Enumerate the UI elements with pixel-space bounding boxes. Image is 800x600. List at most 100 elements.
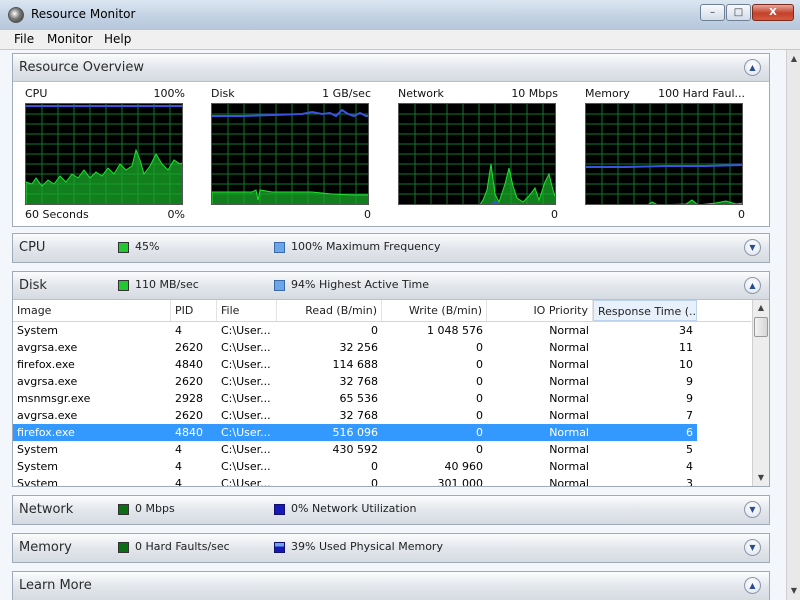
table-row-selected[interactable]: firefox.exe 4840 C:\User... 516 096 0 No…: [13, 424, 697, 441]
graph-scale: 1 GB/sec: [322, 87, 371, 100]
cell-io-priority: Normal: [549, 324, 589, 337]
memory-header[interactable]: Memory 0 Hard Faults/sec 39% Used Physic…: [13, 534, 769, 562]
cell-read: 114 688: [332, 358, 379, 371]
resource-overview-section: Resource Overview ▲ CPU 100% 60 Seconds …: [12, 53, 770, 227]
cpu-usage: 45%: [135, 240, 160, 253]
chevron-down-icon[interactable]: ▼: [744, 539, 761, 556]
title-bar[interactable]: Resource Monitor – □ X: [0, 0, 800, 31]
memory-graph-canvas: [585, 103, 743, 205]
cpu-frequency: 100% Maximum Frequency: [291, 240, 441, 253]
cell-pid: 4: [175, 443, 182, 456]
scroll-down-arrow-icon[interactable]: ▼: [754, 471, 768, 485]
learn-more-header[interactable]: Learn More ▲: [13, 572, 769, 600]
scrollbar-thumb[interactable]: [754, 317, 768, 337]
cell-io-priority: Normal: [549, 392, 589, 405]
blue-legend-icon: [274, 280, 285, 291]
cell-image: System: [17, 477, 59, 486]
cell-response-time: 11: [679, 341, 693, 354]
menu-monitor[interactable]: Monitor: [47, 32, 93, 46]
cell-write: 0: [476, 358, 483, 371]
cell-pid: 2928: [175, 392, 203, 405]
cell-read: 32 256: [339, 341, 379, 354]
cell-write: 301 000: [437, 477, 484, 486]
column-header-io-priority[interactable]: IO Priority: [487, 300, 593, 321]
scroll-up-arrow-icon[interactable]: ▲: [754, 301, 768, 315]
table-row[interactable]: System 4 C:\User... 0 1 048 576 Normal 3…: [13, 322, 751, 339]
menu-file[interactable]: File: [14, 32, 34, 46]
cell-write: 0: [476, 409, 483, 422]
network-header[interactable]: Network 0 Mbps 0% Network Utilization ▼: [13, 496, 769, 524]
close-button[interactable]: X: [752, 4, 794, 21]
disk-active-time: 94% Highest Active Time: [291, 278, 429, 291]
disk-section: Disk 110 MB/sec 94% Highest Active Time …: [12, 271, 770, 487]
chevron-down-icon[interactable]: ▼: [744, 239, 761, 256]
graph-name: Network: [398, 87, 444, 100]
memory-graph: Memory 100 Hard Faul... 0: [585, 87, 745, 223]
cell-response-time: 6: [686, 426, 693, 439]
cell-file: C:\User...: [221, 324, 271, 337]
column-header-response-time[interactable]: Response Time (...: [593, 300, 697, 321]
table-row[interactable]: msnmsgr.exe 2928 C:\User... 65 536 0 Nor…: [13, 390, 751, 407]
table-row[interactable]: avgrsa.exe 2620 C:\User... 32 768 0 Norm…: [13, 407, 751, 424]
graph-scale: 10 Mbps: [511, 87, 558, 100]
cell-pid: 4: [175, 477, 182, 486]
table-row[interactable]: System 4 C:\User... 430 592 0 Normal 5: [13, 441, 751, 458]
graph-scale: 100%: [153, 87, 185, 100]
resource-overview-header[interactable]: Resource Overview ▲: [13, 54, 769, 82]
disk-table-scrollbar[interactable]: ▲ ▼: [752, 300, 769, 486]
cell-response-time: 10: [679, 358, 693, 371]
disk-table-body: System 4 C:\User... 0 1 048 576 Normal 3…: [13, 322, 751, 486]
graph-name: CPU: [25, 87, 48, 100]
cpu-section: CPU 45% 100% Maximum Frequency ▼: [12, 233, 770, 263]
minimize-button[interactable]: –: [700, 4, 725, 21]
cell-pid: 2620: [175, 409, 203, 422]
scroll-up-arrow-icon[interactable]: ▲: [787, 52, 800, 66]
cell-image: firefox.exe: [17, 426, 75, 439]
cell-file: C:\User...: [221, 375, 271, 388]
chevron-up-icon[interactable]: ▲: [744, 577, 761, 594]
main-scrollbar[interactable]: ▲ ▼: [786, 50, 800, 600]
column-header-pid[interactable]: PID: [171, 300, 217, 321]
disk-header[interactable]: Disk 110 MB/sec 94% Highest Active Time …: [13, 272, 769, 300]
column-header-file[interactable]: File: [217, 300, 277, 321]
green-legend-icon: [118, 542, 129, 553]
cell-pid: 4: [175, 460, 182, 473]
column-header-read[interactable]: Read (B/min): [277, 300, 382, 321]
column-header-write[interactable]: Write (B/min): [382, 300, 487, 321]
graph-min-label: 0: [551, 208, 558, 221]
cell-write: 0: [476, 341, 483, 354]
chevron-up-icon[interactable]: ▲: [744, 277, 761, 294]
cpu-header[interactable]: CPU 45% 100% Maximum Frequency ▼: [13, 234, 769, 262]
network-graph-canvas: [398, 103, 556, 205]
cell-write: 0: [476, 443, 483, 456]
graph-min-label: 0: [364, 208, 371, 221]
cell-io-priority: Normal: [549, 358, 589, 371]
section-title: Memory: [19, 540, 72, 555]
table-row[interactable]: firefox.exe 4840 C:\User... 114 688 0 No…: [13, 356, 751, 373]
graph-min-label: 0: [738, 208, 745, 221]
green-legend-icon: [118, 504, 129, 515]
column-header-image[interactable]: Image: [13, 300, 171, 321]
chevron-down-icon[interactable]: ▼: [744, 501, 761, 518]
table-row[interactable]: System 4 C:\User... 0 301 000 Normal 3: [13, 475, 751, 486]
cell-image: avgrsa.exe: [17, 375, 78, 388]
green-legend-icon: [118, 280, 129, 291]
cell-write: 0: [476, 392, 483, 405]
memory-used: 39% Used Physical Memory: [291, 540, 443, 553]
table-row[interactable]: avgrsa.exe 2620 C:\User... 32 768 0 Norm…: [13, 373, 751, 390]
cell-io-priority: Normal: [549, 460, 589, 473]
cell-io-priority: Normal: [549, 341, 589, 354]
cell-write: 40 960: [444, 460, 484, 473]
cell-read: 0: [371, 324, 378, 337]
cell-response-time: 9: [686, 392, 693, 405]
cell-write: 0: [476, 375, 483, 388]
menu-help[interactable]: Help: [104, 32, 131, 46]
window-title: Resource Monitor: [31, 7, 136, 21]
table-row[interactable]: System 4 C:\User... 0 40 960 Normal 4: [13, 458, 751, 475]
cell-io-priority: Normal: [549, 426, 589, 439]
table-row[interactable]: avgrsa.exe 2620 C:\User... 32 256 0 Norm…: [13, 339, 751, 356]
maximize-button[interactable]: □: [726, 4, 751, 21]
cell-read: 32 768: [339, 409, 379, 422]
scroll-down-arrow-icon[interactable]: ▼: [787, 584, 800, 598]
chevron-up-icon[interactable]: ▲: [744, 59, 761, 76]
